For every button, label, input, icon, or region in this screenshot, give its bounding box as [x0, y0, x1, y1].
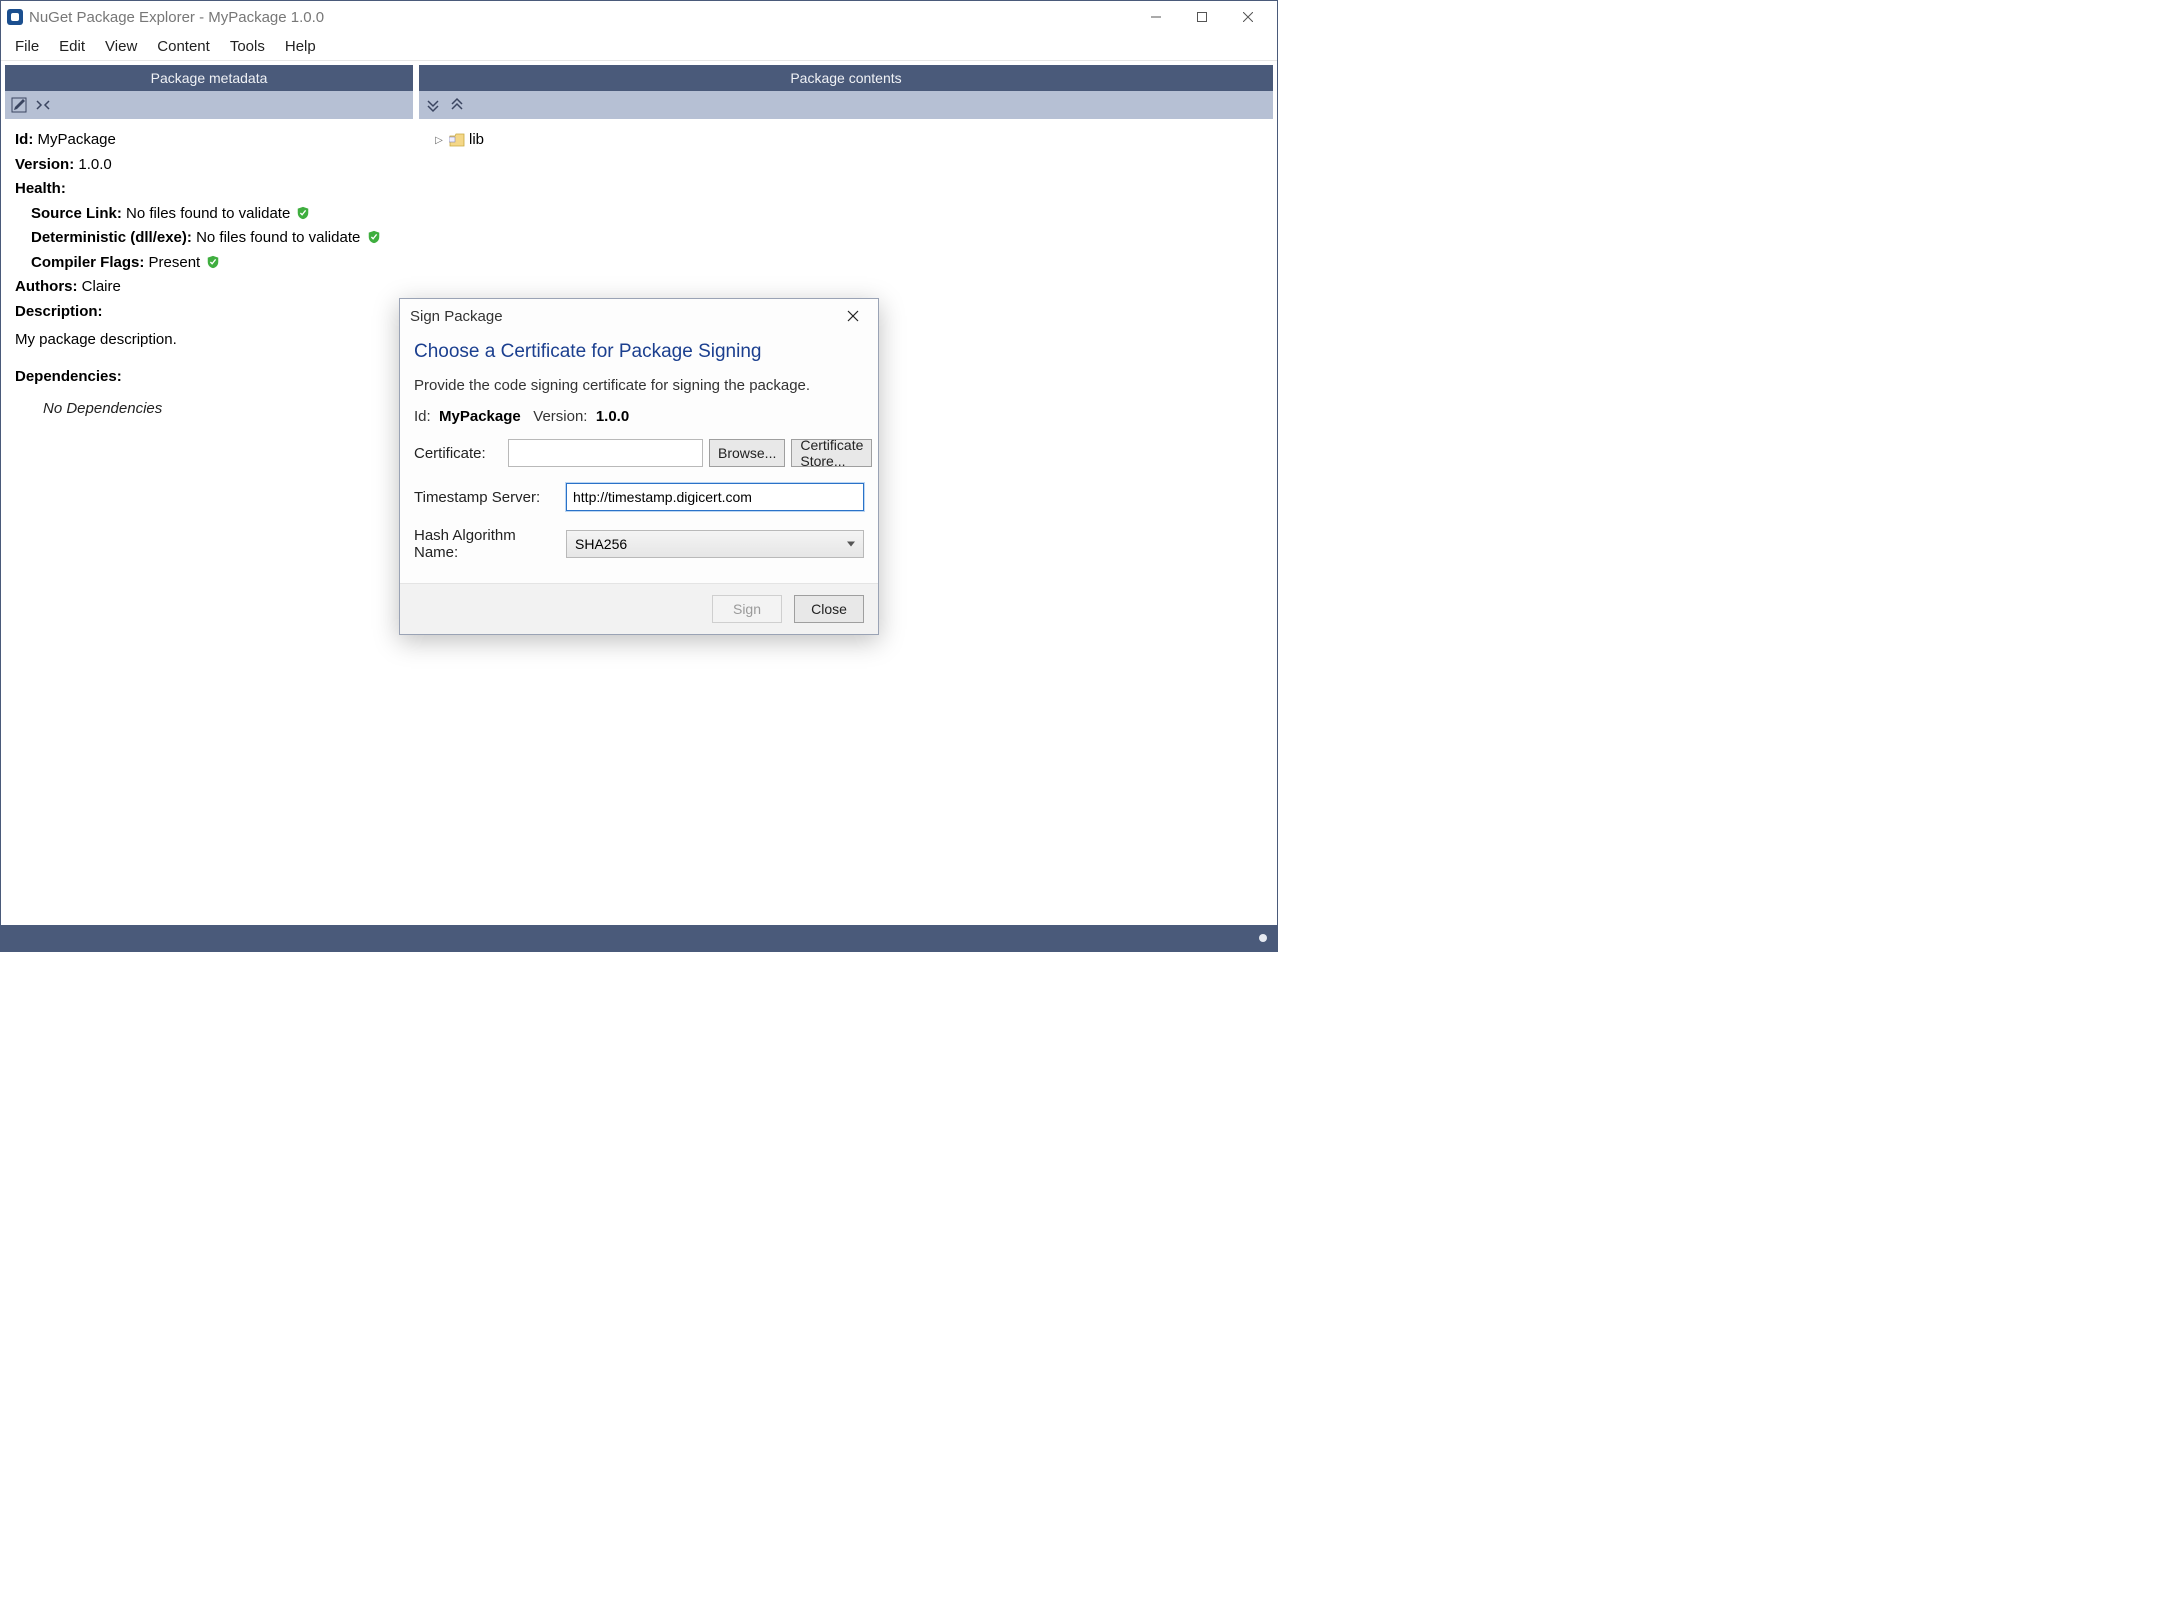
health-label: Health:: [15, 180, 66, 197]
version-value: 1.0.0: [78, 156, 111, 173]
status-indicator-icon: [1259, 934, 1267, 942]
id-label: Id:: [15, 131, 33, 148]
authors-value: Claire: [82, 278, 121, 295]
contents-toolbar: [419, 91, 1273, 119]
edit-metadata-icon[interactable]: [11, 97, 27, 113]
dialog-id-value: MyPackage: [439, 408, 521, 425]
sourcelink-label: Source Link:: [31, 205, 122, 222]
id-value: MyPackage: [38, 131, 116, 148]
tree-expander-icon[interactable]: ▷: [433, 134, 445, 146]
menu-file[interactable]: File: [5, 35, 49, 58]
menu-edit[interactable]: Edit: [49, 35, 95, 58]
dialog-version-value: 1.0.0: [596, 408, 629, 425]
menu-view[interactable]: View: [95, 35, 147, 58]
expand-all-icon[interactable]: [425, 97, 441, 113]
menu-content[interactable]: Content: [147, 35, 220, 58]
compilerflags-label: Compiler Flags:: [31, 254, 144, 271]
dialog-id-label: Id:: [414, 408, 431, 425]
description-value: My package description.: [15, 329, 403, 352]
main-window: NuGet Package Explorer - MyPackage 1.0.0…: [0, 0, 1278, 952]
package-contents-header: Package contents: [419, 65, 1273, 91]
timestamp-row: Timestamp Server:: [414, 483, 864, 511]
timestamp-input[interactable]: [566, 483, 864, 511]
certificate-label: Certificate:: [414, 445, 502, 462]
statusbar: [1, 925, 1277, 951]
deterministic-value: No files found to validate: [196, 229, 360, 246]
shield-ok-icon: [296, 205, 310, 219]
minimize-button[interactable]: [1133, 1, 1179, 33]
certificate-input[interactable]: [508, 439, 703, 467]
dialog-titlebar: Sign Package: [400, 299, 878, 333]
dialog-version-label: Version:: [533, 408, 587, 425]
dialog-close-button[interactable]: [838, 301, 868, 331]
collapse-all-icon[interactable]: [449, 97, 465, 113]
description-label: Description:: [15, 303, 103, 320]
maximize-button[interactable]: [1179, 1, 1225, 33]
hash-select[interactable]: SHA256: [566, 530, 864, 558]
certificate-row: Certificate: Browse... Certificate Store…: [414, 439, 864, 467]
hash-select-value: SHA256: [575, 536, 627, 552]
dialog-body: Choose a Certificate for Package Signing…: [400, 333, 878, 584]
dependencies-label: Dependencies:: [15, 366, 403, 389]
tree-node-lib[interactable]: ▷ lib: [429, 127, 1263, 154]
menubar: File Edit View Content Tools Help: [1, 33, 1277, 61]
shield-ok-icon: [367, 229, 381, 243]
deterministic-label: Deterministic (dll/exe):: [31, 229, 192, 246]
hash-label: Hash Algorithm Name:: [414, 527, 560, 561]
dependencies-none: No Dependencies: [15, 398, 403, 421]
package-metadata-panel: Package metadata Id: MyPackage Version: …: [5, 65, 413, 923]
dialog-footer: Sign Close: [400, 584, 878, 634]
metadata-toolbar: [5, 91, 413, 119]
titlebar: NuGet Package Explorer - MyPackage 1.0.0: [1, 1, 1277, 33]
close-button[interactable]: [1225, 1, 1271, 33]
app-icon: [7, 9, 23, 25]
compilerflags-value: Present: [149, 254, 201, 271]
menu-tools[interactable]: Tools: [220, 35, 275, 58]
metadata-body: Id: MyPackage Version: 1.0.0 Health: Sou…: [5, 119, 413, 923]
sign-button[interactable]: Sign: [712, 595, 782, 623]
dialog-package-info: Id: MyPackage Version: 1.0.0: [414, 408, 864, 425]
authors-label: Authors:: [15, 278, 78, 295]
version-label: Version:: [15, 156, 74, 173]
window-title: NuGet Package Explorer - MyPackage 1.0.0: [29, 9, 324, 26]
hash-row: Hash Algorithm Name: SHA256: [414, 527, 864, 561]
browse-button[interactable]: Browse...: [709, 439, 785, 467]
timestamp-label: Timestamp Server:: [414, 489, 560, 506]
dialog-title: Sign Package: [410, 308, 503, 325]
sign-package-dialog: Sign Package Choose a Certificate for Pa…: [399, 298, 879, 635]
sourcelink-value: No files found to validate: [126, 205, 290, 222]
dialog-heading: Choose a Certificate for Package Signing: [414, 341, 864, 363]
folder-icon: [449, 133, 465, 147]
menu-help[interactable]: Help: [275, 35, 326, 58]
certificate-store-button[interactable]: Certificate Store...: [791, 439, 872, 467]
dialog-subtitle: Provide the code signing certificate for…: [414, 377, 864, 394]
package-metadata-header: Package metadata: [5, 65, 413, 91]
close-dialog-button[interactable]: Close: [794, 595, 864, 623]
tree-node-label: lib: [469, 129, 484, 152]
view-nuspec-icon[interactable]: [35, 97, 51, 113]
shield-ok-icon: [206, 254, 220, 268]
